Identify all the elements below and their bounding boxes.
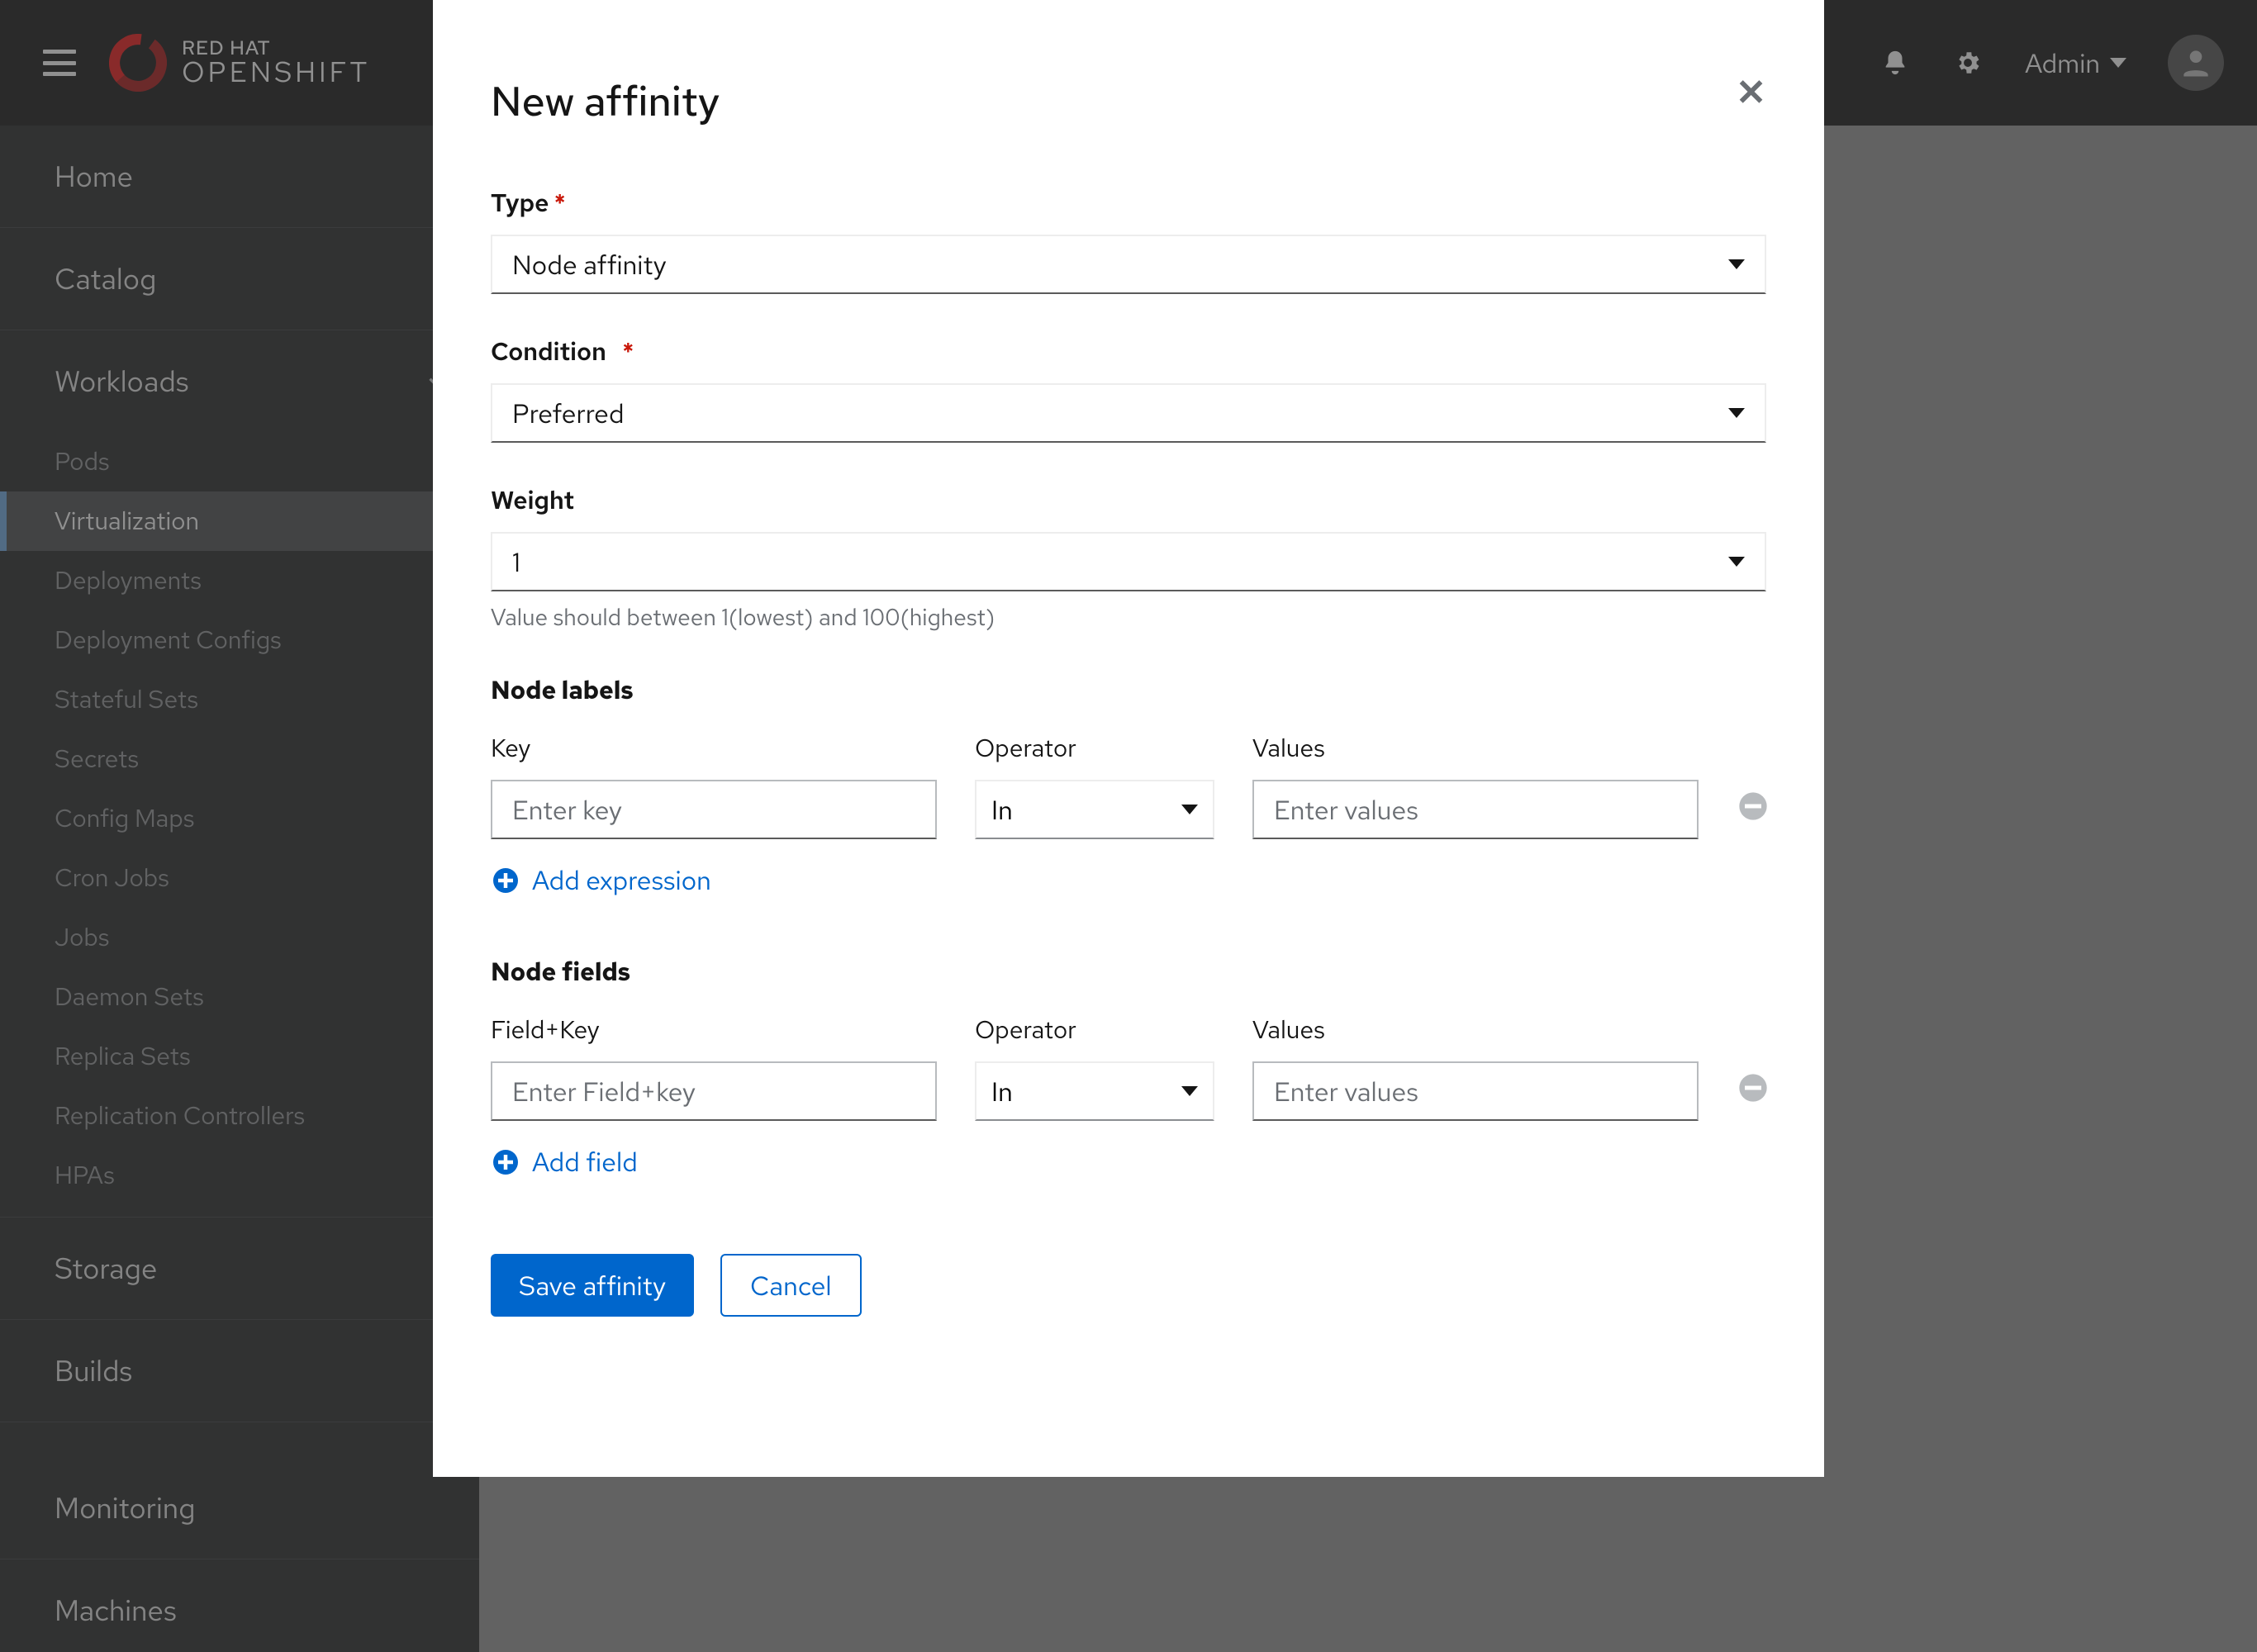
key-input[interactable] (491, 780, 937, 839)
chevron-down-icon (1728, 259, 1745, 269)
required-star-icon: * (622, 335, 634, 368)
operator-value: In (991, 792, 1013, 828)
save-affinity-button[interactable]: Save affinity (491, 1254, 694, 1317)
operator-select2[interactable]: In (975, 1061, 1214, 1121)
operator-select[interactable]: In (975, 780, 1214, 839)
weight-select[interactable]: 1 (491, 532, 1766, 591)
values-header: Values (1252, 732, 1699, 765)
type-label-text: Type (491, 187, 549, 220)
type-label: Type* (491, 187, 1766, 220)
chevron-down-icon (1181, 805, 1198, 814)
operator-value2: In (991, 1074, 1013, 1109)
modal-actions: Save affinity Cancel (491, 1254, 1766, 1317)
remove-row-icon[interactable] (1737, 790, 1770, 823)
required-star-icon: * (554, 187, 566, 220)
values-header2: Values (1252, 1014, 1699, 1047)
condition-select[interactable]: Preferred (491, 383, 1766, 443)
fieldkey-header: Field+Key (491, 1014, 937, 1047)
operator-column: Operator In (975, 732, 1214, 839)
remove-row-icon2[interactable] (1737, 1071, 1770, 1104)
key-column: Key (491, 732, 937, 839)
key-header: Key (491, 732, 937, 765)
values-column: Values (1252, 732, 1699, 839)
operator-header: Operator (975, 732, 1214, 765)
type-select[interactable]: Node affinity (491, 235, 1766, 294)
condition-label: Condition * (491, 335, 1766, 368)
node-labels-row: Key Operator In Values (491, 732, 1766, 839)
values-input[interactable] (1252, 780, 1699, 839)
node-fields-heading: Node fields (491, 956, 1766, 989)
operator-column2: Operator In (975, 1014, 1214, 1121)
add-expression-text: Add expression (532, 862, 711, 898)
cancel-button[interactable]: Cancel (720, 1254, 862, 1317)
plus-circle-icon (491, 866, 520, 895)
type-value: Node affinity (512, 247, 667, 282)
node-fields-row: Field+Key Operator In Values (491, 1014, 1766, 1121)
condition-label-text: Condition (491, 335, 606, 368)
modal-title: New affinity (491, 74, 720, 129)
chevron-down-icon (1728, 557, 1745, 567)
values-input2[interactable] (1252, 1061, 1699, 1121)
weight-value: 1 (512, 544, 520, 580)
add-field-text: Add field (532, 1144, 638, 1180)
plus-circle-icon2 (491, 1147, 520, 1177)
weight-label: Weight (491, 484, 1766, 517)
type-form-group: Type* Node affinity (491, 187, 1766, 294)
chevron-down-icon (1728, 408, 1745, 418)
weight-form-group: Weight 1 Value should between 1(lowest) … (491, 484, 1766, 633)
close-icon[interactable]: ✕ (1736, 74, 1766, 111)
modal-header: New affinity ✕ (491, 74, 1766, 129)
values-column2: Values (1252, 1014, 1699, 1121)
node-labels-heading: Node labels (491, 674, 1766, 707)
operator-header2: Operator (975, 1014, 1214, 1047)
fieldkey-input[interactable] (491, 1061, 937, 1121)
add-field-link[interactable]: Add field (491, 1144, 1766, 1180)
condition-form-group: Condition * Preferred (491, 335, 1766, 443)
new-affinity-modal: New affinity ✕ Type* Node affinity Condi… (433, 0, 1824, 1477)
fieldkey-column: Field+Key (491, 1014, 937, 1121)
condition-value: Preferred (512, 396, 624, 431)
chevron-down-icon (1181, 1086, 1198, 1096)
weight-helper-text: Value should between 1(lowest) and 100(h… (491, 601, 1766, 633)
add-expression-link[interactable]: Add expression (491, 862, 1766, 898)
